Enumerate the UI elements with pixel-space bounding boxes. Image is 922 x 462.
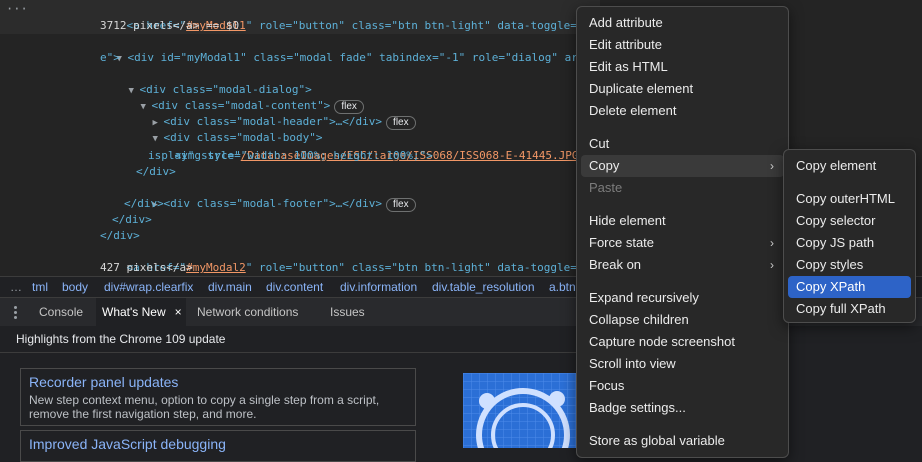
tab-console[interactable]: Console [33, 298, 89, 326]
submenu-item-copy-styles[interactable]: Copy styles [788, 254, 911, 276]
submenu-item-copy-selector[interactable]: Copy selector [788, 210, 911, 232]
dom-node-line[interactable]: ▶ <div class="modal-footer">…</div> flex [126, 180, 416, 229]
breadcrumb-item[interactable]: div.table_resolution [432, 280, 535, 294]
submenu-item-copy-xpath[interactable]: Copy XPath [788, 276, 911, 298]
submenu-item-copy-full-xpath[interactable]: Copy full XPath [788, 298, 911, 320]
breadcrumb-overflow[interactable]: … [10, 280, 22, 294]
panel-heading: Highlights from the Chrome 109 update [16, 332, 226, 346]
chevron-right-icon: › [770, 159, 774, 173]
tag-text: <div id="myModal1" class="modal fade" ta… [127, 51, 605, 64]
dom-node-line[interactable]: </div> [136, 164, 176, 180]
menu-item-label: Copy [589, 158, 620, 173]
breadcrumb-item[interactable]: div#wrap.clearfix [104, 280, 193, 294]
tab-issues[interactable]: Issues [324, 298, 371, 326]
menu-item-break-on[interactable]: Break on › [581, 254, 784, 276]
breadcrumb-item[interactable]: tml [32, 280, 48, 294]
drawer-menu-icon[interactable] [14, 306, 17, 321]
close-icon[interactable]: × [175, 298, 182, 326]
menu-item-label: Break on [589, 257, 642, 272]
menu-item-capture-node-screenshot[interactable]: Capture node screenshot [581, 331, 784, 353]
feature-card-title[interactable]: Recorder panel updates [29, 374, 178, 390]
breadcrumb-item[interactable]: div.main [208, 280, 252, 294]
dom-text-line: isplay" style="width: 100%; height: 100%… [148, 149, 433, 162]
promo-illustration [463, 373, 593, 448]
submenu-item-copy-element[interactable]: Copy element [788, 155, 911, 177]
menu-item-delete-element[interactable]: Delete element [581, 100, 784, 122]
tab-network-conditions[interactable]: Network conditions [191, 298, 304, 326]
menu-item-expand-recursively[interactable]: Expand recursively [581, 287, 784, 309]
flex-badge[interactable]: flex [386, 116, 416, 130]
menu-item-store-as-global-variable[interactable]: Store as global variable [581, 430, 784, 452]
feature-card[interactable]: Recorder panel updates New step context … [20, 368, 416, 426]
menu-item-edit-as-html[interactable]: Edit as HTML [581, 56, 784, 78]
menu-item-scroll-into-view[interactable]: Scroll into view [581, 353, 784, 375]
href-link[interactable]: #myModal2 [186, 261, 246, 274]
menu-item-label: Force state [589, 235, 655, 250]
divider [0, 352, 580, 353]
flex-badge[interactable]: flex [386, 198, 416, 212]
dom-node-line[interactable]: </div> [112, 212, 152, 228]
menu-item-hide-element[interactable]: Hide element [581, 210, 784, 232]
menu-item-collapse-children[interactable]: Collapse children [581, 309, 784, 331]
chevron-right-icon: › [770, 258, 774, 272]
tab-label: What's New [102, 305, 166, 319]
menu-item-copy[interactable]: Copy › [581, 155, 784, 177]
tag-text: " role="button" class="btn btn-light" da… [245, 19, 604, 32]
dom-text-line: 3712 pixels</a> == $0 [100, 19, 240, 32]
dom-node-line[interactable]: </div> [100, 228, 140, 244]
feature-card-description: New step context menu, option to copy a … [29, 393, 380, 421]
breadcrumb-item[interactable]: div.information [340, 280, 417, 294]
breadcrumb-item[interactable]: a.btn [549, 280, 576, 294]
feature-card[interactable]: Improved JavaScript debugging [20, 430, 416, 462]
more-dots-icon[interactable]: ··· [6, 2, 28, 16]
breadcrumb-item[interactable]: body [62, 280, 88, 294]
menu-item-force-state[interactable]: Force state › [581, 232, 784, 254]
menu-item-cut[interactable]: Cut [581, 133, 784, 155]
menu-item-paste: Paste [589, 180, 623, 195]
menu-item-add-attribute[interactable]: Add attribute [581, 12, 784, 34]
tab-whats-new[interactable]: What's New × [96, 298, 186, 326]
feature-card-title[interactable]: Improved JavaScript debugging [29, 436, 226, 452]
copy-submenu: Copy element Copy outerHTML Copy selecto… [783, 149, 916, 323]
submenu-item-copy-js-path[interactable]: Copy JS path [788, 232, 911, 254]
menu-item-duplicate-element[interactable]: Duplicate element [581, 78, 784, 100]
submenu-item-copy-outerhtml[interactable]: Copy outerHTML [788, 188, 911, 210]
dom-node-line[interactable]: </div> [124, 196, 164, 212]
dom-text-line: e"> [100, 51, 120, 64]
menu-item-focus[interactable]: Focus [581, 375, 784, 397]
context-menu: Add attribute Edit attribute Edit as HTM… [576, 6, 789, 458]
menu-item-edit-attribute[interactable]: Edit attribute [581, 34, 784, 56]
dom-text-line: 427 pixels</a> [100, 261, 193, 274]
menu-item-badge-settings[interactable]: Badge settings... [581, 397, 784, 419]
breadcrumb-item[interactable]: div.content [266, 280, 323, 294]
chevron-right-icon: › [770, 236, 774, 250]
tag-text: " role="button" class="btn btn-light" da… [245, 261, 604, 274]
tag-text: <div class="modal-footer">…</div> [163, 197, 383, 210]
